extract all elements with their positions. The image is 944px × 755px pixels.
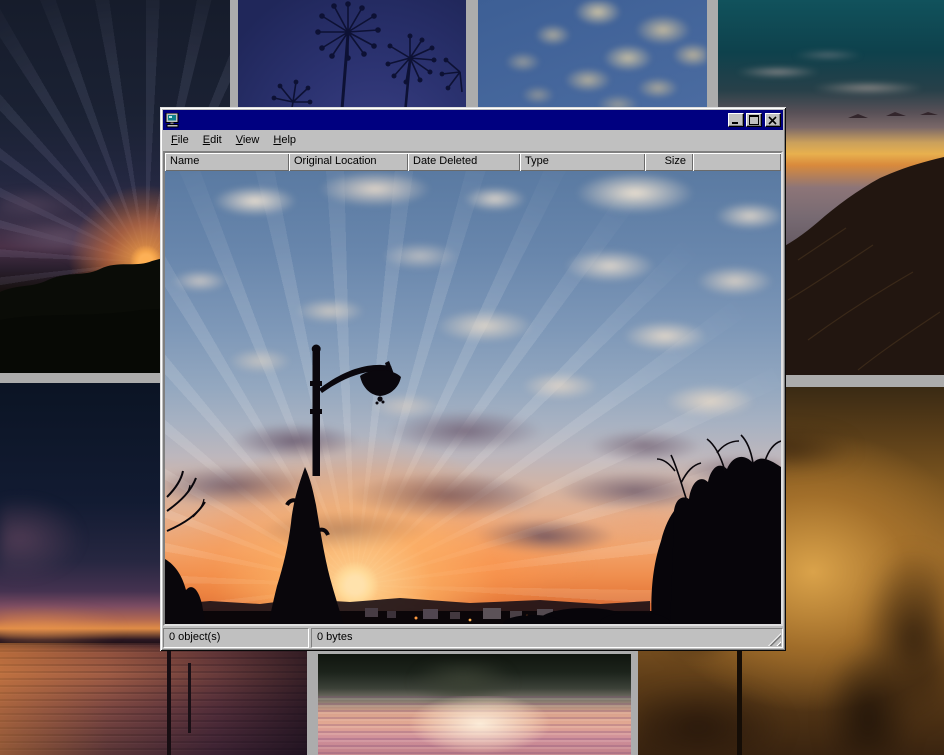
water-pole-silhouette — [188, 663, 191, 733]
column-header-type[interactable]: Type — [520, 153, 645, 171]
resize-grip[interactable] — [768, 633, 781, 646]
close-button[interactable] — [765, 113, 781, 127]
water-surface — [0, 643, 307, 755]
close-icon — [768, 116, 778, 125]
recycle-bin-window: File Edit View Help Name Original Locati… — [160, 107, 786, 651]
menu-help[interactable]: Help — [266, 132, 303, 149]
computer-icon — [165, 113, 181, 128]
title-bar[interactable] — [163, 110, 783, 130]
column-header-name[interactable]: Name — [165, 153, 289, 171]
water-reflection-photo[interactable] — [318, 654, 631, 755]
water-pole-silhouette — [167, 638, 171, 755]
menu-edit[interactable]: Edit — [196, 132, 229, 149]
file-list-view: Name Original Location Date Deleted Type… — [163, 151, 783, 626]
pole-silhouette — [737, 651, 742, 755]
minimize-button[interactable] — [728, 113, 744, 127]
menu-view[interactable]: View — [229, 132, 267, 149]
column-header-empty[interactable] — [693, 153, 781, 171]
status-bytes-text: 0 bytes — [317, 631, 352, 643]
column-header-original-location[interactable]: Original Location — [289, 153, 408, 171]
sunset-ripples — [318, 696, 631, 755]
status-bytes: 0 bytes — [311, 628, 783, 648]
menu-bar: File Edit View Help — [163, 130, 783, 150]
column-header-date-deleted[interactable]: Date Deleted — [408, 153, 520, 171]
status-objects: 0 object(s) — [163, 628, 309, 648]
status-bar: 0 object(s) 0 bytes — [163, 626, 783, 648]
column-header-row: Name Original Location Date Deleted Type… — [165, 153, 781, 171]
folder-view-background-photo[interactable] — [165, 171, 781, 624]
column-header-size[interactable]: Size — [645, 153, 693, 171]
foreground-silhouettes — [165, 171, 781, 624]
maximize-button[interactable] — [746, 113, 762, 127]
menu-file[interactable]: File — [164, 132, 196, 149]
